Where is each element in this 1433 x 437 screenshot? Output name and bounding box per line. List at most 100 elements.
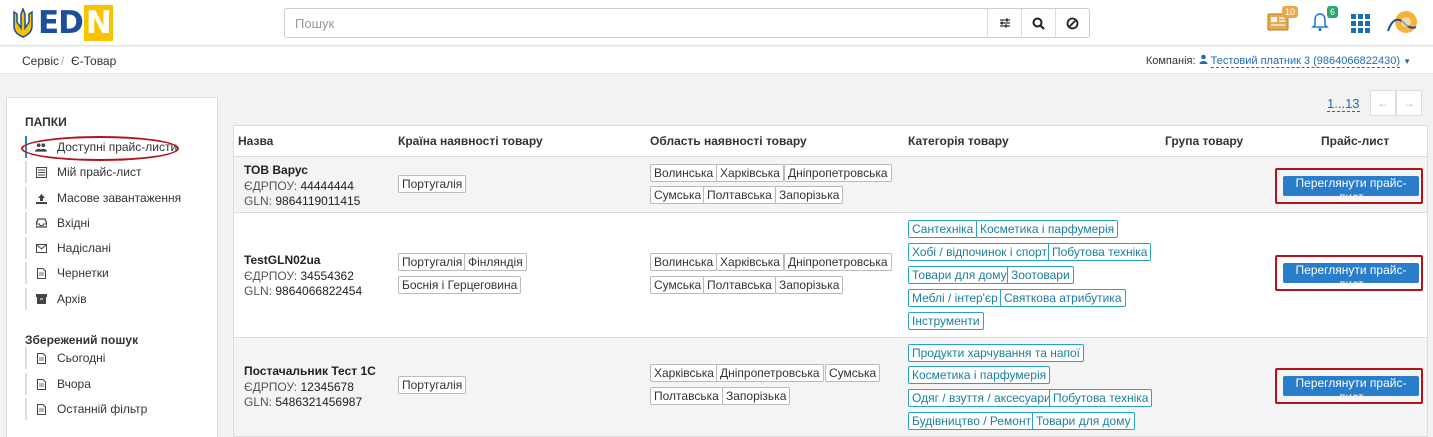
view-pricelist-button[interactable]: Переглянути прайс-лист bbox=[1283, 176, 1419, 204]
view-pricelist-button[interactable]: Переглянути прайс-лист bbox=[1283, 376, 1419, 404]
breadcrumb-separator: / bbox=[61, 54, 65, 68]
sidebar-item-label: Архів bbox=[57, 292, 87, 306]
notifications-badge: 6 bbox=[1326, 6, 1338, 18]
sidebar-item-inbox[interactable]: Вхідні bbox=[25, 212, 205, 234]
region-tag: Волинська bbox=[650, 164, 718, 182]
country-tag: Португалія bbox=[398, 175, 467, 193]
category-tag: Будівництво / Ремонт bbox=[908, 412, 1036, 430]
news-badge: 10 bbox=[1281, 6, 1298, 18]
button-highlight: Переглянути прайс-лист bbox=[1275, 168, 1423, 204]
saved-search-yesterday[interactable]: Вчора bbox=[25, 373, 205, 395]
gln-value: 9864119011415 bbox=[275, 194, 361, 208]
prev-page-button[interactable]: ← bbox=[1370, 90, 1396, 116]
category-tag: Інструменти bbox=[908, 312, 984, 330]
region-tag: Волинська bbox=[650, 253, 718, 271]
region-tag: Дніпропетровська bbox=[716, 364, 824, 382]
apps-menu-button[interactable] bbox=[1351, 14, 1370, 36]
file-icon bbox=[35, 352, 47, 364]
region-tag: Сумська bbox=[650, 276, 706, 294]
sidebar-item-drafts[interactable]: Чернетки bbox=[25, 262, 205, 284]
sidebar-item-bulk-upload[interactable]: Масове завантаження bbox=[25, 187, 205, 209]
category-tag: Товари для дому bbox=[1032, 412, 1135, 430]
clear-search-button[interactable] bbox=[1055, 9, 1089, 37]
table-row: TestGLN02ua ЄДРПОУ: 34554362 GLN: 986406… bbox=[234, 212, 1427, 337]
pagination-range[interactable]: 1...13 bbox=[1327, 96, 1360, 112]
user-icon bbox=[1199, 54, 1208, 64]
country-tag: Португалія bbox=[398, 376, 467, 394]
saved-search-today[interactable]: Сьогодні bbox=[25, 347, 205, 369]
caret-down-icon[interactable]: ▼ bbox=[1403, 57, 1411, 66]
edrpou-value: 44444444 bbox=[300, 179, 354, 193]
supplier-edrpou: ЄДРПОУ: 34554362 bbox=[244, 269, 354, 283]
gln-label: GLN: bbox=[244, 395, 273, 409]
header-category: Категорія товару bbox=[908, 134, 1009, 148]
edrpou-label: ЄДРПОУ: bbox=[244, 269, 298, 283]
avatar-icon bbox=[1387, 11, 1417, 33]
button-highlight: Переглянути прайс-лист bbox=[1275, 255, 1423, 291]
view-pricelist-button[interactable]: Переглянути прайс-лист bbox=[1283, 263, 1419, 291]
region-tag: Харківська bbox=[716, 164, 784, 182]
saved-search-label: Сьогодні bbox=[57, 351, 106, 365]
table-row: ТОВ Варус ЄДРПОУ: 44444444 GLN: 98641190… bbox=[234, 156, 1427, 212]
supplier-edrpou: ЄДРПОУ: 12345678 bbox=[244, 380, 354, 394]
edin-logo[interactable]: ED N bbox=[12, 5, 113, 41]
breadcrumb-service[interactable]: Сервіс bbox=[22, 54, 59, 68]
news-button[interactable]: 10 bbox=[1266, 6, 1298, 35]
highlight-oval bbox=[21, 136, 179, 161]
filter-settings-button[interactable] bbox=[987, 9, 1021, 37]
region-tag: Полтавська bbox=[703, 276, 776, 294]
category-tag: Побутова техніка bbox=[1049, 389, 1153, 407]
header-pricelist: Прайс-лист bbox=[1321, 134, 1390, 148]
gln-value: 5486321456987 bbox=[275, 395, 363, 409]
grid-icon bbox=[1351, 14, 1370, 33]
user-avatar[interactable] bbox=[1384, 9, 1418, 40]
next-page-button[interactable]: → bbox=[1396, 90, 1422, 116]
file-icon bbox=[35, 378, 47, 390]
archive-icon bbox=[35, 293, 47, 305]
region-tag: Харківська bbox=[716, 253, 784, 271]
sidebar-item-label: Чернетки bbox=[57, 266, 109, 280]
category-tag: Хобі / відпочинок і спорт bbox=[908, 243, 1051, 261]
pricelist-table: Назва Країна наявності товару Область на… bbox=[233, 125, 1428, 437]
arrow-right-icon: → bbox=[1403, 96, 1415, 110]
search-bar bbox=[284, 8, 1090, 38]
file-icon bbox=[35, 403, 47, 415]
edrpou-label: ЄДРПОУ: bbox=[244, 179, 298, 193]
edrpou-value: 12345678 bbox=[300, 380, 354, 394]
header-name: Назва bbox=[238, 134, 274, 148]
ban-icon bbox=[1066, 17, 1079, 29]
notifications-button[interactable]: 6 bbox=[1310, 6, 1338, 35]
edrpou-label: ЄДРПОУ: bbox=[244, 380, 298, 394]
sliders-icon bbox=[999, 18, 1010, 28]
saved-search-label: Вчора bbox=[57, 377, 91, 391]
top-bar: EDN 10 6 bbox=[0, 0, 1433, 46]
supplier-gln: GLN: 9864066822454 bbox=[244, 284, 362, 298]
sidebar-item-sent[interactable]: Надіслані bbox=[25, 237, 205, 259]
region-tag: Дніпропетровська bbox=[784, 164, 892, 182]
country-tag: Фінляндія bbox=[464, 253, 527, 271]
category-tag: Продукти харчування та напої bbox=[908, 344, 1085, 362]
sidebar-item-archive[interactable]: Архів bbox=[25, 288, 205, 310]
arrow-left-icon: ← bbox=[1377, 96, 1389, 110]
upload-icon bbox=[35, 192, 47, 204]
header-country: Країна наявності товару bbox=[398, 134, 543, 148]
gln-value: 9864066822454 bbox=[275, 284, 363, 298]
region-tag: Дніпропетровська bbox=[784, 253, 892, 271]
saved-search-last-filter[interactable]: Останній фільтр bbox=[25, 398, 205, 420]
table-row: Постачальник Тест 1С ЄДРПОУ: 12345678 GL… bbox=[234, 337, 1427, 436]
sidebar-item-my-pricelist[interactable]: Мій прайс-лист bbox=[25, 161, 205, 183]
search-input[interactable] bbox=[285, 9, 987, 37]
region-tag: Запорізька bbox=[722, 387, 791, 405]
country-tag: Португалія bbox=[398, 253, 467, 271]
sidebar-item-label: Мій прайс-лист bbox=[57, 165, 142, 179]
logo-n: N bbox=[83, 5, 113, 41]
supplier-name: TestGLN02ua bbox=[244, 253, 321, 267]
category-tag: Косметика і парфумерія bbox=[908, 366, 1051, 384]
header-group: Група товару bbox=[1165, 134, 1244, 148]
company-name-link[interactable]: Тестовий платник 3 (9864066822430) bbox=[1210, 55, 1401, 68]
gln-label: GLN: bbox=[244, 284, 273, 298]
category-tag: Сантехніка bbox=[908, 220, 978, 238]
search-button[interactable] bbox=[1021, 9, 1055, 37]
list-icon bbox=[35, 166, 47, 178]
pagination-arrows: ← → bbox=[1370, 90, 1422, 116]
